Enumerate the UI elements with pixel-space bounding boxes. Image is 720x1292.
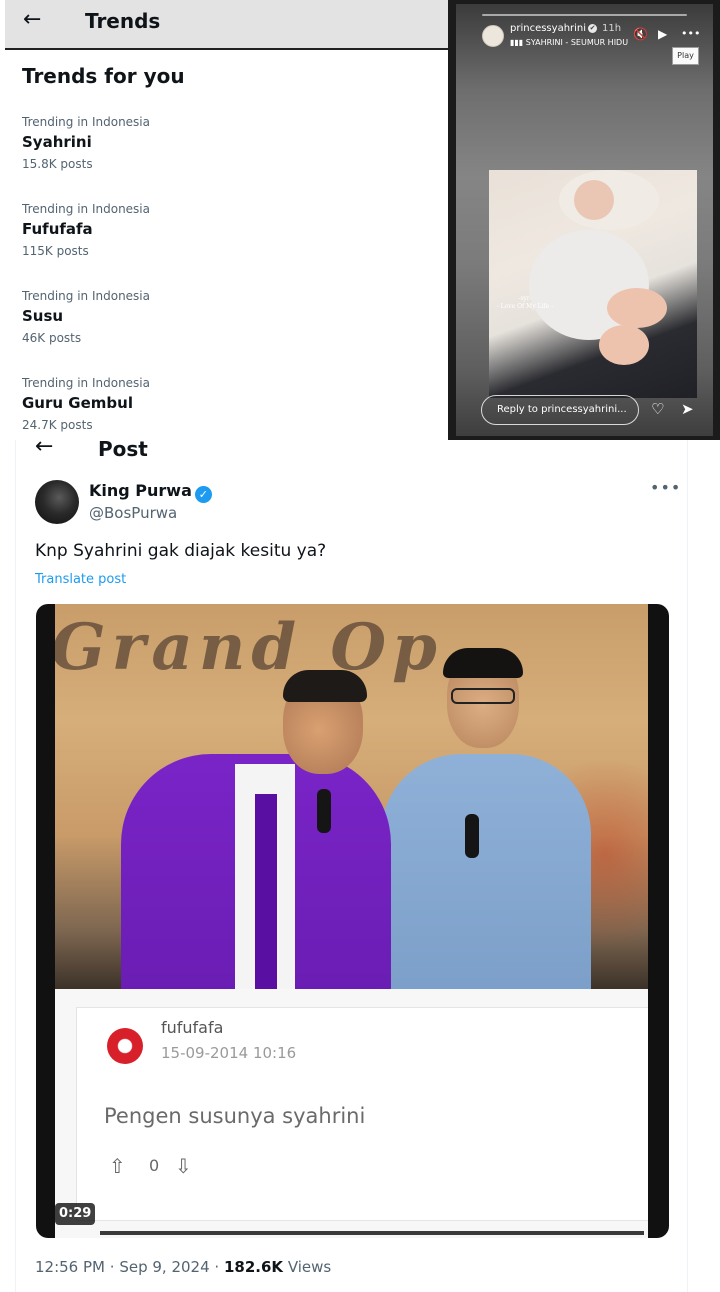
views-count: 182.6K	[223, 1258, 284, 1276]
upvote-icon: ⇧	[109, 1154, 126, 1178]
video-player[interactable]: Grand Op fufufafa 15-09-2014 10:16 Penge…	[36, 604, 669, 1238]
story-timestamp: 11h	[602, 23, 622, 34]
trend-item[interactable]: Trending in Indonesia Syahrini 15.8K pos…	[22, 114, 422, 172]
trend-name: Susu	[22, 307, 64, 325]
author-name: King Purwa	[89, 481, 192, 500]
author-handle[interactable]: @BosPurwa	[89, 504, 177, 522]
story-progress-bar	[482, 14, 687, 16]
music-bars-icon: ▮▮▮	[510, 38, 524, 47]
play-tooltip: Play	[672, 47, 699, 65]
arrow-left-icon[interactable]: ←	[35, 436, 53, 458]
trend-post-count: 15.8K posts	[22, 157, 93, 171]
heart-icon[interactable]: ♡	[651, 400, 664, 418]
section-title: Trends for you	[22, 64, 185, 88]
video-frame[interactable]: Grand Op	[55, 604, 648, 989]
comment-date: 15-09-2014 10:16	[161, 1044, 297, 1062]
vote-count: 0	[149, 1156, 160, 1175]
glasses-icon	[451, 688, 515, 704]
story-song-title: SYAHRINI - SEUMUR HIDUP	[525, 38, 628, 47]
translate-post-link[interactable]: Translate post	[35, 572, 126, 587]
comment-avatar	[107, 1028, 143, 1064]
microphone-icon	[317, 789, 331, 833]
person-blue-shirt	[381, 754, 591, 989]
story-username-row[interactable]: princessyahrini ✔ 11h	[510, 23, 621, 34]
stage-sign-text: Grand Op	[55, 610, 443, 685]
story-reply-input[interactable]: Reply to princessyahrini...	[481, 395, 639, 425]
trends-header: ← Trends	[5, 0, 448, 50]
trend-name: Syahrini	[22, 133, 92, 151]
trend-name: Fufufafa	[22, 220, 93, 238]
comment-text: Pengen susunya syahrini	[104, 1104, 366, 1128]
trend-post-count: 24.7K posts	[22, 418, 93, 432]
more-options-icon[interactable]: •••	[681, 27, 700, 41]
photo-caption: -syr- - Love Of My Life -	[496, 295, 554, 310]
trend-name: Guru Gembul	[22, 394, 133, 412]
separator: ·	[214, 1258, 220, 1276]
page-title: Trends	[85, 9, 161, 33]
trend-item[interactable]: Trending in Indonesia Fufufafa 115K post…	[22, 201, 422, 259]
trend-location: Trending in Indonesia	[22, 202, 150, 216]
post-metadata: 12:56 PM · Sep 9, 2024 · 182.6K Views	[35, 1258, 331, 1276]
story-username: princessyahrini	[510, 23, 587, 34]
trend-post-count: 46K posts	[22, 331, 82, 345]
send-icon[interactable]: ➤	[681, 400, 694, 418]
post-text: Knp Syahrini gak diajak kesitu ya?	[35, 541, 327, 561]
trend-item[interactable]: Trending in Indonesia Susu 46K posts	[22, 288, 422, 346]
story-avatar[interactable]	[482, 25, 504, 47]
video-progress-bar[interactable]	[100, 1231, 644, 1235]
more-options-icon[interactable]: •••	[650, 478, 681, 497]
verified-badge-icon: ✔	[588, 24, 598, 33]
trends-panel: ← Trends Trends for you Trending in Indo…	[0, 0, 448, 440]
verified-badge-icon: ✓	[194, 486, 212, 503]
video-duration-badge: 0:29	[55, 1203, 96, 1225]
separator: ·	[109, 1258, 115, 1276]
play-icon[interactable]: ▶	[658, 27, 667, 41]
arrow-left-icon[interactable]: ←	[23, 9, 41, 31]
instagram-story-panel: princessyahrini ✔ 11h ▮▮▮ SYAHRINI - SEUMU…	[448, 0, 720, 440]
post-date[interactable]: Sep 9, 2024	[119, 1258, 209, 1276]
author-name-row[interactable]: King Purwa ✓	[89, 481, 212, 503]
embedded-comment: fufufafa 15-09-2014 10:16 Pengen susunya…	[55, 989, 648, 1238]
avatar[interactable]	[35, 480, 79, 524]
story-photo: -syr- - Love Of My Life -	[489, 170, 697, 398]
post-time[interactable]: 12:56 PM	[35, 1258, 105, 1276]
page-title: Post	[98, 437, 148, 461]
mute-icon[interactable]: 🔇	[633, 27, 648, 41]
trend-item[interactable]: Trending in Indonesia Guru Gembul 24.7K …	[22, 375, 422, 433]
downvote-icon: ⇩	[175, 1154, 192, 1178]
trend-location: Trending in Indonesia	[22, 376, 150, 390]
post-panel: ← Post King Purwa ✓ @BosPurwa ••• Knp Sya…	[0, 436, 720, 1292]
story-music-label[interactable]: ▮▮▮ SYAHRINI - SEUMUR HIDUP	[510, 38, 628, 47]
views-label: Views	[287, 1258, 332, 1276]
microphone-icon	[465, 814, 479, 858]
trend-location: Trending in Indonesia	[22, 289, 150, 303]
comment-card: fufufafa 15-09-2014 10:16 Pengen susunya…	[76, 1007, 648, 1221]
trend-post-count: 115K posts	[22, 244, 89, 258]
trend-location: Trending in Indonesia	[22, 115, 150, 129]
comment-username: fufufafa	[161, 1018, 224, 1037]
